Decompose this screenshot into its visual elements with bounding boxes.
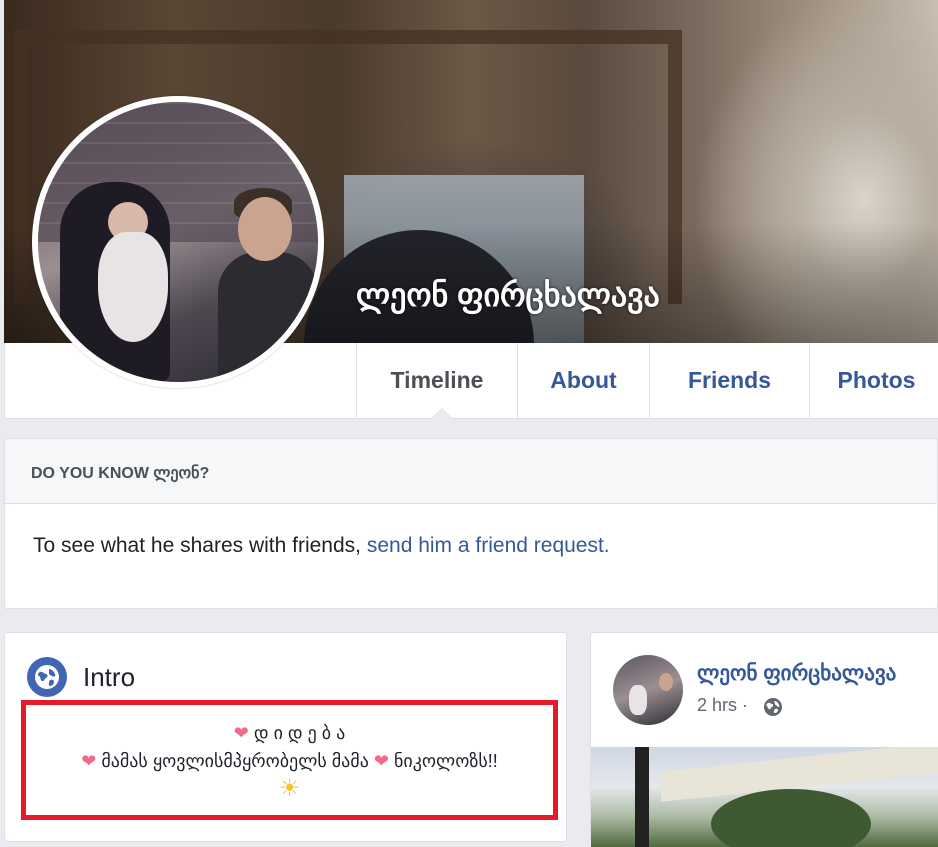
bio-text-box: ❤ დ ი დ ე ბ ა ❤ მამას ყოვლისმპყრობელს მა… — [21, 700, 558, 820]
tab-timeline-label: Timeline — [390, 367, 484, 393]
heart-icon: ❤ — [81, 751, 97, 771]
friend-request-prompt: To see what he shares with friends, — [33, 534, 367, 557]
bio-line-2-text-a: მამას ყოვლისმპყრობელს მამა — [101, 751, 369, 771]
bio-line-3: ☀ — [26, 775, 553, 804]
profile-name[interactable]: ლეონ ფირცხალავა — [356, 276, 660, 314]
bio-line-2-text-b: ნიკოლოზს!! — [393, 751, 498, 771]
profile-picture[interactable] — [32, 96, 324, 388]
photo-person-right — [218, 252, 318, 382]
heart-icon: ❤ — [233, 723, 249, 743]
profile-picture-image — [38, 102, 318, 382]
post-image-pole — [635, 747, 649, 847]
intro-title: Intro — [83, 662, 136, 692]
post-image[interactable] — [591, 747, 938, 847]
tab-about[interactable]: About — [517, 343, 649, 418]
bio-line-1-text: დ ი დ ე ბ ა — [253, 723, 346, 743]
friend-request-card-header: DO YOU KNOW ლეონ? — [5, 439, 937, 504]
friend-request-text: To see what he shares with friends, send… — [33, 534, 610, 558]
heart-icon: ❤ — [373, 751, 389, 771]
photo-beard — [98, 232, 168, 342]
tab-photos[interactable]: Photos — [809, 343, 938, 418]
post-image-tree — [711, 789, 871, 847]
post-author-avatar[interactable] — [613, 655, 683, 725]
avatar-face — [659, 673, 673, 691]
send-friend-request-link[interactable]: send him a friend request. — [367, 534, 610, 557]
tab-friends-label: Friends — [687, 367, 772, 393]
tab-about-label: About — [550, 367, 617, 393]
bio-line-1: ❤ დ ი დ ე ბ ა — [26, 719, 553, 747]
post-card: ლეონ ფირცხალავა 2 hrs · — [590, 632, 938, 847]
bio-line-2: ❤ მამას ყოვლისმპყრობელს მამა ❤ ნიკოლოზს!… — [26, 747, 553, 775]
avatar-beard — [629, 685, 647, 715]
public-audience-icon[interactable] — [763, 697, 783, 717]
sun-icon: ☀ — [278, 775, 301, 802]
post-timestamp[interactable]: 2 hrs · — [697, 695, 748, 716]
active-tab-caret-icon — [431, 408, 453, 419]
friend-request-card: DO YOU KNOW ლეონ? To see what he shares … — [4, 438, 938, 609]
tab-timeline[interactable]: Timeline — [356, 343, 517, 419]
tab-friends[interactable]: Friends — [649, 343, 809, 418]
friend-request-card-title: DO YOU KNOW ლეონ? — [31, 465, 210, 482]
tab-photos-label: Photos — [837, 367, 916, 393]
globe-icon — [27, 657, 67, 697]
intro-card: Intro ❤ დ ი დ ე ბ ა ❤ მამას ყოვლისმპყრობ… — [4, 632, 567, 842]
photo-face-right — [238, 197, 292, 261]
post-author-name[interactable]: ლეონ ფირცხალავა — [697, 661, 896, 686]
